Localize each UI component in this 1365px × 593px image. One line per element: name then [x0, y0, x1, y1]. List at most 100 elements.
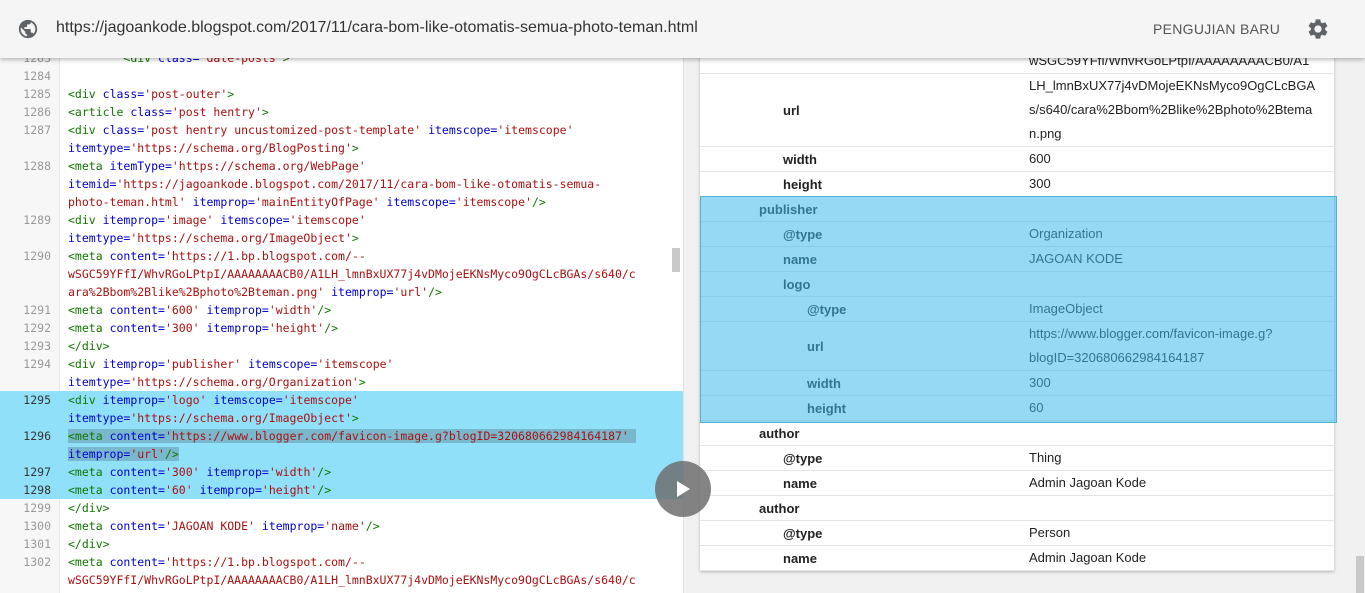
- code-text: itemtype='https://schema.org/ImageObject…: [68, 231, 359, 245]
- new-test-button[interactable]: PENGUJIAN BARU: [1153, 21, 1280, 37]
- top-bar: https://jagoankode.blogspot.com/2017/11/…: [0, 0, 1365, 58]
- results-scrollbar[interactable]: [1356, 556, 1364, 593]
- property-value: 600: [1029, 147, 1319, 171]
- value-line: Person: [1029, 525, 1071, 540]
- code-line[interactable]: 1301 </div>: [0, 535, 683, 553]
- result-row[interactable]: @type Organization: [700, 222, 1334, 247]
- play-button[interactable]: [655, 461, 711, 517]
- result-row[interactable]: width 600: [700, 147, 1334, 172]
- line-number: 1283: [23, 58, 51, 65]
- code-pane[interactable]: 1283 <div class='date-posts'> 1284 1285 <di…: [0, 58, 683, 593]
- line-number: 1285: [23, 87, 51, 101]
- code-line[interactable]: 1290 <meta content='https://1.bp.blogspot…: [0, 247, 683, 265]
- property-value: 300: [1029, 371, 1319, 395]
- code-line[interactable]: 1285 <div class='post-outer'>: [0, 85, 683, 103]
- code-line[interactable]: 1293 </div>: [0, 337, 683, 355]
- property-key: height: [807, 400, 846, 416]
- line-number: 1291: [23, 303, 51, 317]
- code-line[interactable]: 1294 <div itemprop='publisher' itemscope=…: [0, 355, 683, 373]
- property-value: JAGOAN KODE: [1029, 247, 1319, 271]
- property-key: @type: [807, 301, 847, 317]
- results-pane[interactable]: wSGC59YFfI/WhvRGoLPtpI/AAAAAAAACB0/A1 url…: [684, 58, 1365, 593]
- url-display[interactable]: https://jagoankode.blogspot.com/2017/11/…: [56, 19, 698, 37]
- result-row[interactable]: author: [700, 496, 1334, 521]
- code-line[interactable]: 1291 <meta content='600' itemprop='width'…: [0, 301, 683, 319]
- result-row[interactable]: @type Person: [700, 521, 1334, 546]
- code-line[interactable]: itemtype='https://schema.org/BlogPosting…: [0, 139, 683, 157]
- value-line: Thing: [1029, 450, 1062, 465]
- result-row[interactable]: author: [700, 421, 1334, 446]
- code-line[interactable]: itemprop='url'/>: [0, 445, 683, 463]
- result-row[interactable]: url LH_lmnBxUX77j4vDMojeEKNsMyco9OgCLcBGA…: [700, 74, 1334, 147]
- property-key: width: [807, 375, 841, 391]
- code-line[interactable]: itemtype='https://schema.org/ImageObject…: [0, 409, 683, 427]
- code-line[interactable]: 1296 <meta content='https://www.blogger.c…: [0, 427, 683, 445]
- result-row[interactable]: @type ImageObject: [700, 297, 1334, 322]
- line-number: 1295: [23, 393, 51, 407]
- value-line: s/s640/cara%2Bbom%2Blike%2Bphoto%2Btema: [1029, 102, 1313, 117]
- code-line[interactable]: 1284: [0, 67, 683, 85]
- line-number: 1300: [23, 519, 51, 533]
- value-line: https://www.blogger.com/favicon-image.g?: [1029, 326, 1273, 341]
- code-text: <div itemprop='publisher' itemscope='ite…: [68, 357, 394, 371]
- code-text: photo-teman.html' itemprop='mainEntityOf…: [68, 195, 546, 209]
- property-value: Person: [1029, 521, 1319, 545]
- line-number: 1297: [23, 465, 51, 479]
- line-number: 1284: [23, 69, 51, 83]
- code-line[interactable]: photo-teman.html' itemprop='mainEntityOf…: [0, 193, 683, 211]
- code-lines[interactable]: 1283 <div class='date-posts'> 1284 1285 <di…: [0, 58, 683, 589]
- result-row[interactable]: width 300: [700, 371, 1334, 396]
- value-line: ImageObject: [1029, 301, 1103, 316]
- result-row[interactable]: logo: [700, 272, 1334, 297]
- code-text: <meta content='JAGOAN KODE' itemprop='na…: [68, 519, 380, 533]
- result-row[interactable]: wSGC59YFfI/WhvRGoLPtpI/AAAAAAAACB0/A1: [700, 58, 1334, 74]
- code-line[interactable]: 1295 <div itemprop='logo' itemscope='item…: [0, 391, 683, 409]
- code-line[interactable]: itemtype='https://schema.org/ImageObject…: [0, 229, 683, 247]
- code-line[interactable]: ara%2Bbom%2Blike%2Bphoto%2Bteman.png' it…: [0, 283, 683, 301]
- code-line[interactable]: 1299 </div>: [0, 499, 683, 517]
- code-line[interactable]: wSGC59YFfI/WhvRGoLPtpI/AAAAAAAACB0/A1LH_…: [0, 571, 683, 589]
- result-row[interactable]: url https://www.blogger.com/favicon-image…: [700, 322, 1334, 371]
- code-line[interactable]: 1287 <div class='post hentry uncustomized…: [0, 121, 683, 139]
- code-text: itemtype='https://schema.org/ImageObject…: [68, 411, 359, 425]
- code-line[interactable]: 1289 <div itemprop='image' itemscope='ite…: [0, 211, 683, 229]
- value-line: Admin Jagoan Kode: [1029, 550, 1147, 565]
- result-row[interactable]: publisher: [700, 197, 1334, 222]
- value-line: 60: [1029, 400, 1044, 415]
- code-line[interactable]: 1300 <meta content='JAGOAN KODE' itemprop…: [0, 517, 683, 535]
- line-number: 1302: [23, 555, 51, 569]
- result-row[interactable]: name Admin Jagoan Kode: [700, 546, 1334, 571]
- line-number: 1298: [23, 483, 51, 497]
- code-line[interactable]: 1288 <meta itemType='https://schema.org/W…: [0, 157, 683, 175]
- line-number: 1292: [23, 321, 51, 335]
- code-line[interactable]: 1286 <article class='post hentry'>: [0, 103, 683, 121]
- code-text: wSGC59YFfI/WhvRGoLPtpI/AAAAAAAACB0/A1LH_…: [68, 267, 636, 281]
- result-row[interactable]: name JAGOAN KODE: [700, 247, 1334, 272]
- gear-icon[interactable]: [1306, 17, 1330, 41]
- property-key: publisher: [759, 201, 818, 217]
- property-key: name: [783, 251, 817, 267]
- code-line[interactable]: wSGC59YFfI/WhvRGoLPtpI/AAAAAAAACB0/A1LH_…: [0, 265, 683, 283]
- code-line[interactable]: 1292 <meta content='300' itemprop='height…: [0, 319, 683, 337]
- result-row[interactable]: name Admin Jagoan Kode: [700, 471, 1334, 496]
- code-line[interactable]: itemtype='https://schema.org/Organizatio…: [0, 373, 683, 391]
- code-text: <div itemprop='logo' itemscope='itemscop…: [68, 393, 359, 407]
- property-value: ImageObject: [1029, 297, 1319, 321]
- line-number: 1296: [23, 429, 51, 443]
- code-line[interactable]: 1298 <meta content='60' itemprop='height'…: [0, 481, 683, 499]
- property-value: https://www.blogger.com/favicon-image.g?…: [1029, 322, 1319, 370]
- result-card: wSGC59YFfI/WhvRGoLPtpI/AAAAAAAACB0/A1 url…: [700, 58, 1334, 571]
- code-line[interactable]: itemid='https://jagoankode.blogspot.com/…: [0, 175, 683, 193]
- code-scrollbar[interactable]: [672, 248, 680, 272]
- code-line[interactable]: 1283 <div class='date-posts'>: [0, 58, 683, 67]
- property-key: author: [759, 425, 800, 441]
- line-number: 1293: [23, 339, 51, 353]
- line-number: 1294: [23, 357, 51, 371]
- code-line[interactable]: 1302 <meta content='https://1.bp.blogspot…: [0, 553, 683, 571]
- result-row[interactable]: height 300: [700, 172, 1334, 197]
- code-text: wSGC59YFfI/WhvRGoLPtpI/AAAAAAAACB0/A1LH_…: [68, 573, 636, 587]
- result-row[interactable]: @type Thing: [700, 446, 1334, 471]
- code-line[interactable]: 1297 <meta content='300' itemprop='width'…: [0, 463, 683, 481]
- code-text: <div class='post-outer'>: [68, 87, 235, 101]
- result-row[interactable]: height 60: [700, 396, 1334, 421]
